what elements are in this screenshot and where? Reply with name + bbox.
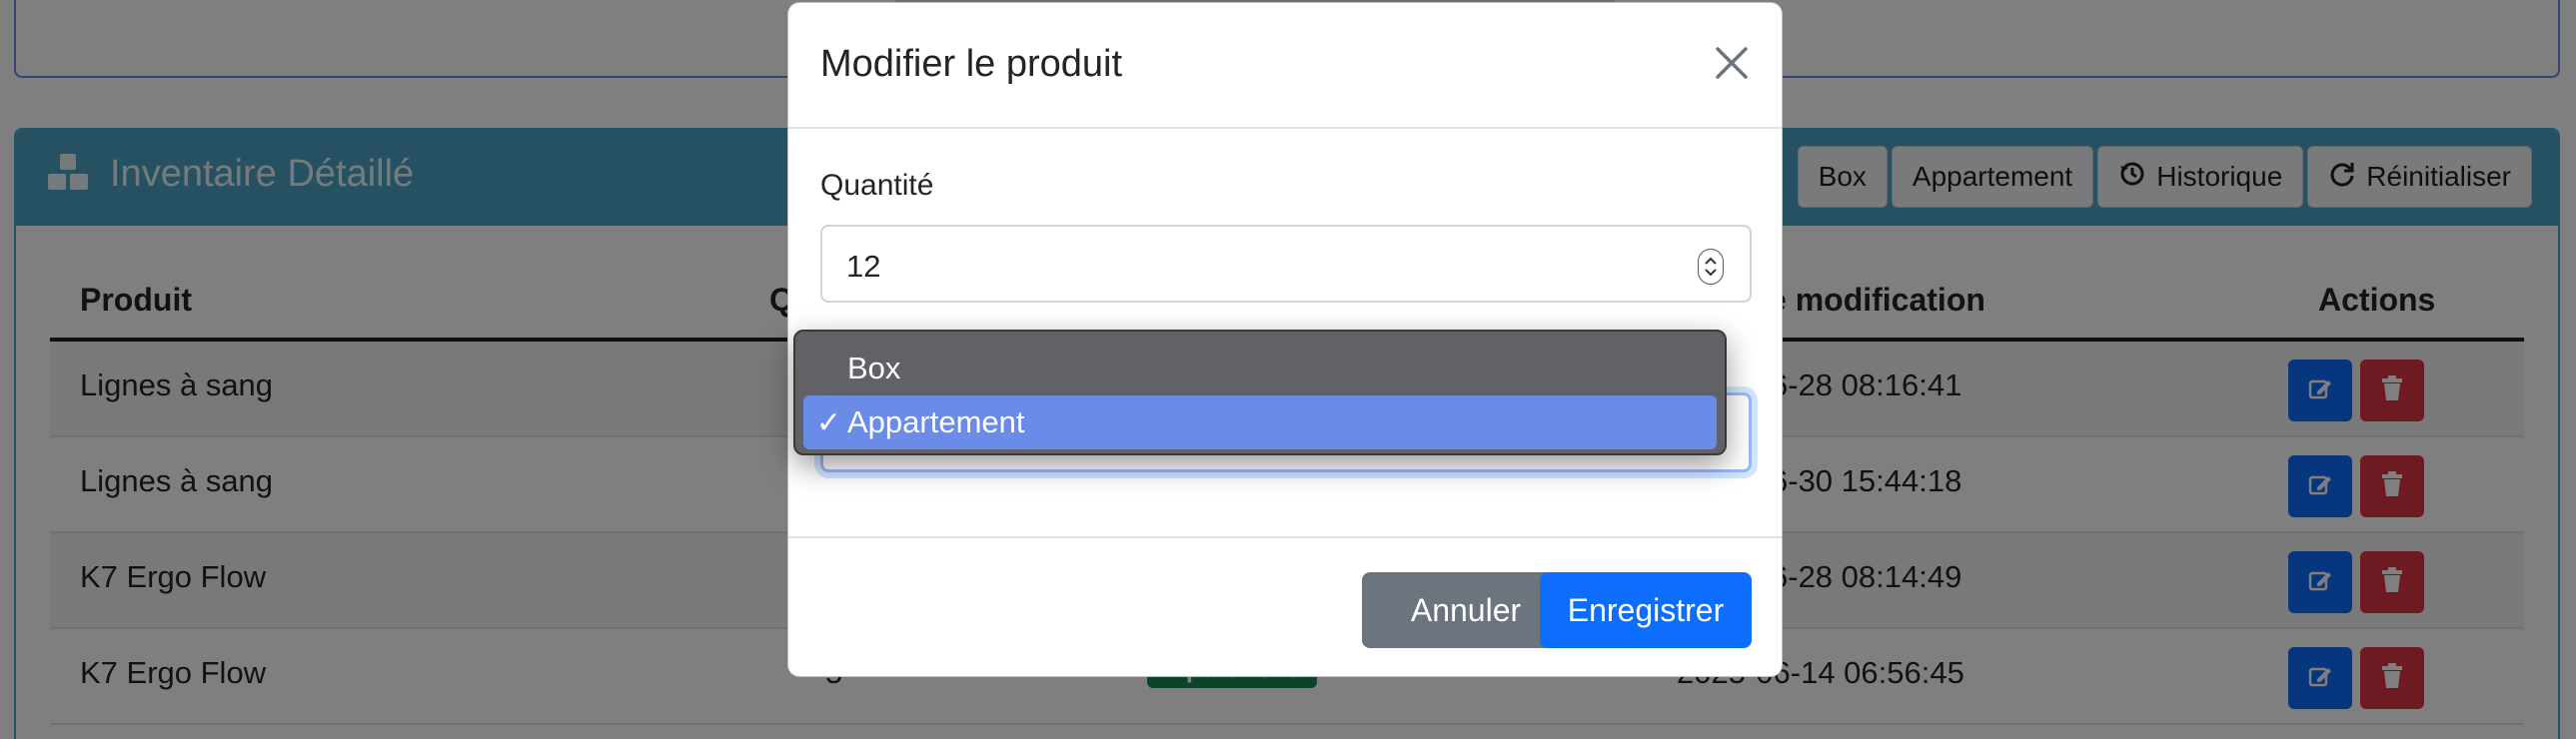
location-dropdown-menu: Box ✓ Appartement <box>793 330 1727 455</box>
dropdown-option-label: Box <box>847 351 901 385</box>
quantity-label: Quantité <box>820 169 934 202</box>
dropdown-option-appartement[interactable]: ✓ Appartement <box>803 395 1717 449</box>
checkmark-icon: ✓ <box>815 405 841 439</box>
chevron-up-icon <box>1705 257 1717 265</box>
modal-header: Modifier le produit <box>788 3 1782 129</box>
save-button[interactable]: Enregistrer <box>1540 572 1752 648</box>
dropdown-option-label: Appartement <box>847 404 1025 439</box>
quantity-input[interactable]: 12 <box>820 225 1752 303</box>
quantity-stepper[interactable] <box>1698 249 1724 285</box>
dropdown-option-box[interactable]: Box <box>803 342 1717 395</box>
modal-title: Modifier le produit <box>820 43 1123 85</box>
close-button[interactable] <box>1708 41 1756 89</box>
modal-footer: Annuler Enregistrer <box>788 536 1782 678</box>
chevron-down-icon <box>1705 269 1717 277</box>
cancel-button[interactable]: Annuler <box>1362 572 1570 648</box>
quantity-value: 12 <box>846 249 881 284</box>
close-icon <box>1714 45 1750 86</box>
